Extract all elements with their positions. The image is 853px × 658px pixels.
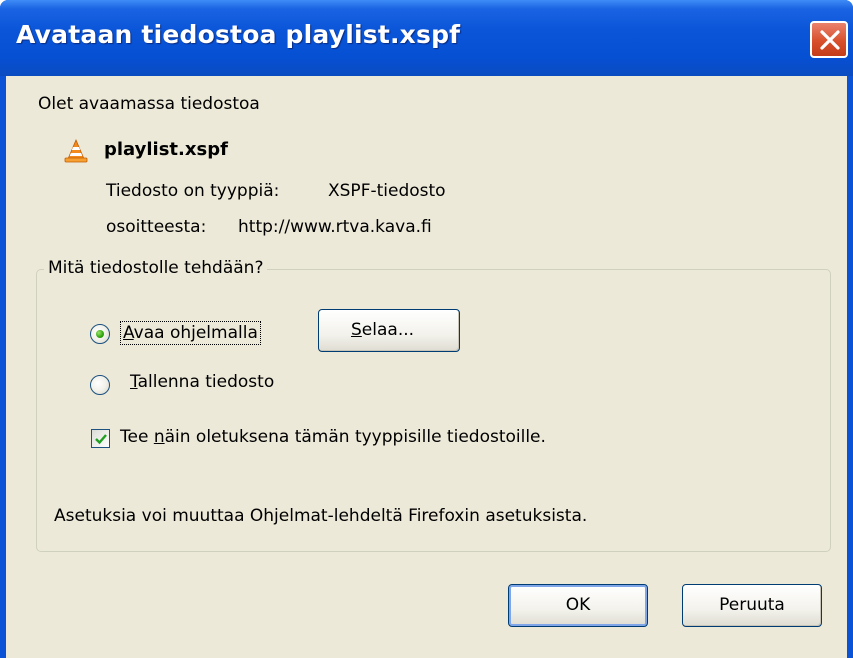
intro-text: Olet avaamassa tiedostoa	[38, 94, 260, 114]
file-source-value: http://www.rtva.kava.fi	[238, 217, 432, 237]
file-type-value: XSPF-tiedosto	[328, 181, 446, 201]
title-bar[interactable]: Avataan tiedostoa playlist.xspf	[0, 0, 853, 76]
file-name: playlist.xspf	[104, 139, 228, 160]
cancel-button[interactable]: Peruuta	[682, 584, 822, 627]
default-action-label[interactable]: Tee näin oletuksena tämän tyyppisille ti…	[120, 427, 546, 447]
action-group-legend: Mitä tiedostolle tehdään?	[44, 258, 268, 278]
radio-selected-dot	[96, 330, 104, 338]
window-title: Avataan tiedostoa playlist.xspf	[16, 20, 461, 49]
file-source-label: osoitteesta:	[106, 217, 207, 237]
file-type-label: Tiedosto on tyyppiä:	[106, 181, 280, 201]
ok-button[interactable]: OK	[508, 584, 648, 627]
open-with-radio[interactable]	[90, 324, 110, 344]
default-action-checkbox[interactable]	[91, 429, 110, 448]
close-button[interactable]	[810, 21, 848, 58]
dialog-body: Olet avaamassa tiedostoa playlist.xspf T…	[6, 76, 847, 658]
browse-button[interactable]: Selaa...	[318, 309, 460, 352]
vlc-cone-icon	[64, 138, 88, 163]
dialog-window: Avataan tiedostoa playlist.xspf Olet ava…	[0, 0, 853, 658]
save-file-label[interactable]: Tallenna tiedosto	[130, 372, 274, 392]
open-with-label[interactable]: Avaa ohjelmalla	[120, 321, 261, 345]
close-icon	[820, 30, 840, 50]
save-file-radio[interactable]	[90, 375, 110, 395]
settings-note: Asetuksia voi muuttaa Ohjelmat-lehdeltä …	[54, 506, 588, 526]
checkmark-icon	[95, 434, 107, 445]
